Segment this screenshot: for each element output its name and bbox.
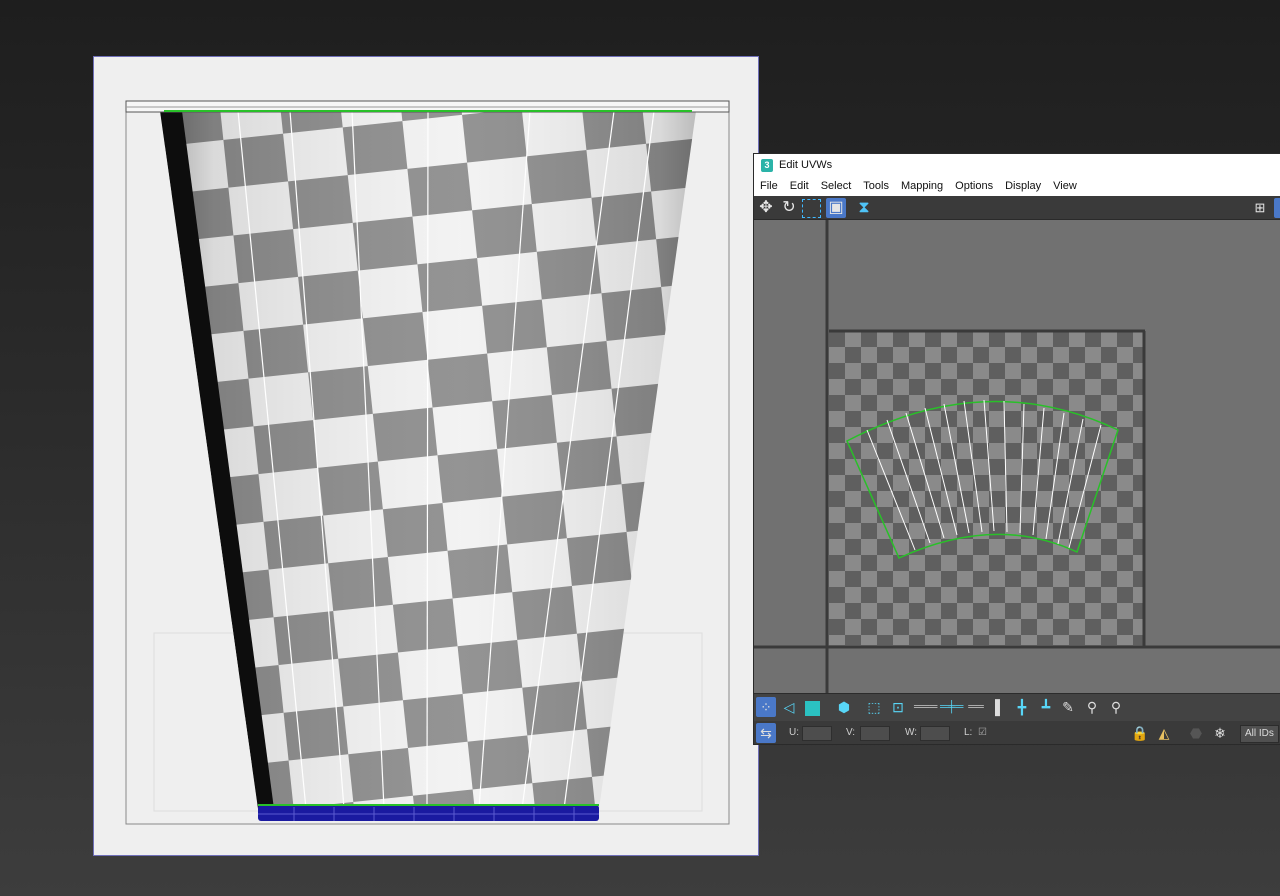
ring-select-icon[interactable]: ⊡ bbox=[888, 697, 908, 717]
loop-icon[interactable]: ══ bbox=[966, 697, 986, 717]
menu-mapping[interactable]: Mapping bbox=[901, 180, 943, 192]
freeform-icon[interactable] bbox=[802, 199, 821, 218]
perspective-viewport[interactable] bbox=[93, 56, 759, 856]
selected-bottom-faces bbox=[258, 805, 599, 821]
grid-view-icon[interactable]: ⊞ bbox=[1250, 198, 1270, 218]
menu-display[interactable]: Display bbox=[1005, 180, 1041, 192]
brush-relax-icon[interactable]: ⚲ bbox=[1106, 697, 1126, 717]
hide-icon[interactable]: ◭ bbox=[1154, 723, 1174, 743]
rotate-icon[interactable]: ↻ bbox=[779, 198, 799, 218]
view-toggle-icon[interactable] bbox=[1274, 198, 1280, 218]
transform-mode-icon[interactable]: ⇆ bbox=[756, 723, 776, 743]
window-title: Edit UVWs bbox=[779, 159, 833, 171]
align-horizontal-icon[interactable]: ╋ bbox=[1012, 697, 1032, 717]
align-icon[interactable]: ▌ bbox=[990, 697, 1010, 717]
3dsmax-app-icon: 3 bbox=[761, 158, 773, 172]
uv-top-toolbar: ✥ ↻ ▣ ⧗ ⊞ bbox=[754, 196, 1280, 220]
shrink-icon[interactable]: ═╪═ bbox=[940, 697, 963, 717]
mirror-icon[interactable]: ⧗ bbox=[854, 198, 874, 218]
w-label: W: bbox=[905, 727, 918, 738]
menu-tools[interactable]: Tools bbox=[863, 180, 889, 192]
u-label: U: bbox=[789, 727, 799, 738]
menu-file[interactable]: File bbox=[760, 180, 778, 192]
v-field[interactable] bbox=[860, 726, 890, 741]
grow-icon[interactable]: ═══ bbox=[914, 697, 937, 717]
menu-view[interactable]: View bbox=[1053, 180, 1077, 192]
edit-uvws-window[interactable]: 3 Edit UVWs File Edit Select Tools Mappi… bbox=[753, 153, 1280, 745]
v-label: V: bbox=[846, 727, 856, 738]
move-icon[interactable]: ✥ bbox=[756, 198, 776, 218]
uv-editor-canvas[interactable] bbox=[754, 220, 1280, 693]
cup-mesh bbox=[160, 111, 696, 809]
material-ids-dropdown[interactable]: All IDs bbox=[1240, 725, 1279, 743]
freeze-icon[interactable]: ❄ bbox=[1210, 723, 1230, 743]
visibility-icon[interactable]: ⬣ bbox=[1186, 723, 1206, 743]
sub-object-vertex-icon[interactable]: ⁘ bbox=[756, 697, 776, 717]
menu-select[interactable]: Select bbox=[821, 180, 852, 192]
title-bar[interactable]: 3 Edit UVWs bbox=[754, 154, 1280, 176]
uv-render bbox=[754, 220, 1280, 693]
uv-bottom-toolbar: ⁘ ◁ ⬢ ⬚ ⊡ ═══ ═╪═ ══ ▌ ╋ ┻ ✎ ⚲ ⚲ bbox=[754, 693, 1280, 721]
scale-box-icon[interactable]: ▣ bbox=[826, 198, 846, 218]
u-field[interactable] bbox=[802, 726, 832, 741]
menu-options[interactable]: Options bbox=[955, 180, 993, 192]
select-mode-icon[interactable]: ⬚ bbox=[864, 697, 884, 717]
l-checkbox[interactable]: ☑ bbox=[978, 727, 987, 738]
lock-icon[interactable]: 🔒 bbox=[1130, 723, 1150, 743]
l-label: L: bbox=[964, 727, 973, 738]
sub-object-face-icon[interactable] bbox=[802, 697, 822, 717]
paint-select-icon[interactable]: ✎ bbox=[1058, 697, 1078, 717]
brush-icon[interactable]: ⚲ bbox=[1082, 697, 1102, 717]
align-vertical-icon[interactable]: ┻ bbox=[1036, 697, 1056, 717]
menu-bar: File Edit Select Tools Mapping Options D… bbox=[754, 176, 1280, 196]
menu-edit[interactable]: Edit bbox=[790, 180, 809, 192]
w-field[interactable] bbox=[920, 726, 950, 741]
element-icon[interactable]: ⬢ bbox=[834, 697, 854, 717]
viewport-render bbox=[125, 100, 730, 825]
sub-object-edge-icon[interactable]: ◁ bbox=[779, 697, 799, 717]
uv-checker-tile bbox=[829, 331, 1143, 645]
uv-status-bar: ⇆ U: V: W: L: ☑ 🔒 ◭ ⬣ ❄ All IDs bbox=[754, 721, 1280, 744]
